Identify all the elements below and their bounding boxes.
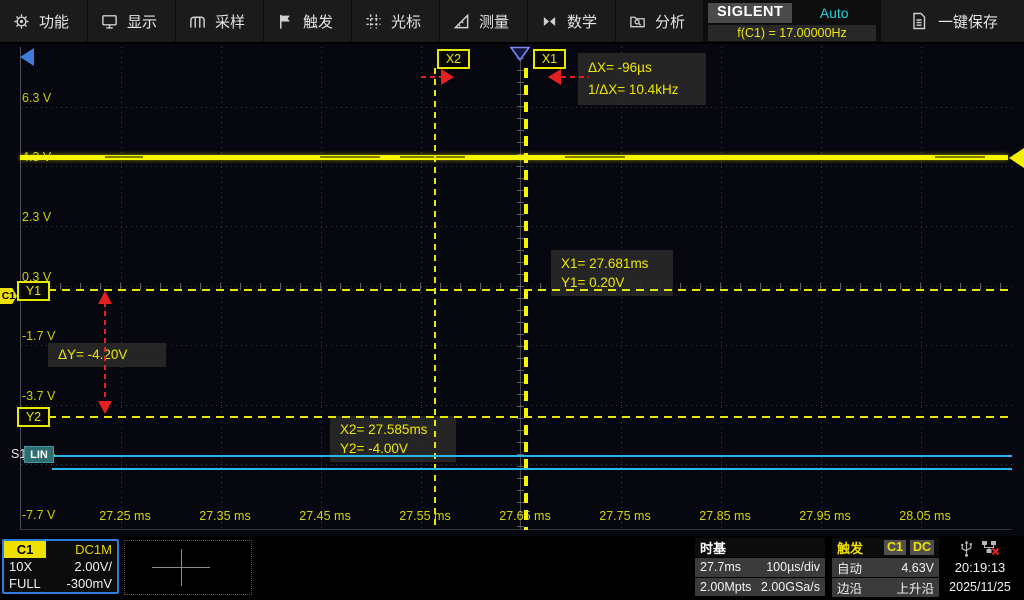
y2-cursor-label[interactable]: Y2 <box>17 407 50 427</box>
analysis-icon <box>629 13 646 30</box>
x-axis-label: 28.05 ms <box>890 509 960 523</box>
y-axis-label: -7.7 V <box>22 508 55 522</box>
timebase-descriptor[interactable]: 时基 27.7ms 100µs/div 2.00Mpts 2.00GSa/s <box>695 538 825 596</box>
gear-icon <box>13 13 30 30</box>
channel-coupling: DC1M <box>75 542 112 557</box>
menu-item-analysis[interactable]: 分析 <box>616 0 704 42</box>
network-disconnected-icon <box>981 540 1000 556</box>
x-axis-label: 27.75 ms <box>590 509 660 523</box>
sampling-icon <box>189 13 206 30</box>
system-time: 20:19:13 <box>940 558 1020 578</box>
delta-y-arrow-down-head <box>98 401 112 414</box>
trigger-flag-icon <box>277 13 294 30</box>
x1-cursor-line[interactable] <box>524 68 528 530</box>
channel-descriptor-c1[interactable]: C1 DC1M 10X 2.00V/ FULL -300mV <box>2 539 119 594</box>
menu-bar: 功能 显示 采样 触发 光标 测量 数学 分析 SIGLENT Auto f(C… <box>0 0 1024 44</box>
clock-area: 20:19:13 2025/11/25 <box>940 538 1020 596</box>
sample-rate: 2.00GSa/s <box>761 580 820 594</box>
timebase-delay: 27.7ms <box>700 560 741 574</box>
menu-item-acquire[interactable]: 采样 <box>176 0 264 42</box>
channel-offset: -300mV <box>66 576 112 591</box>
lin-decode-rail-upper <box>52 455 1012 457</box>
x2-cursor-label[interactable]: X2 <box>437 49 470 69</box>
menu-item-label: 显示 <box>127 11 157 32</box>
brand-block: SIGLENT Auto f(C1) = 17.00000Hz <box>704 0 880 42</box>
system-date: 2025/11/25 <box>940 578 1020 596</box>
cursor-grid-icon <box>365 13 382 30</box>
timebase-title: 时基 <box>700 538 726 557</box>
trigger-mode: 自动 <box>837 558 862 577</box>
one-key-save-button[interactable]: 一键保存 <box>880 0 1024 42</box>
lin-decode-rail-lower <box>52 468 1012 470</box>
y-axis-label: 2.3 V <box>22 210 51 224</box>
y2-cursor-line[interactable] <box>48 416 1012 418</box>
document-icon <box>911 12 927 30</box>
delta-y-arrow-line <box>104 302 106 402</box>
x2-arrow-line <box>421 76 441 78</box>
menu-item-label: 数学 <box>567 11 597 32</box>
x-axis-label: 27.95 ms <box>790 509 860 523</box>
y-axis-label: 6.3 V <box>22 91 51 105</box>
menu-item-label: 功能 <box>39 11 69 32</box>
x-axis-label: 27.85 ms <box>690 509 760 523</box>
memory-depth: 2.00Mpts <box>700 580 751 594</box>
y1-cursor-label[interactable]: Y1 <box>17 281 50 301</box>
lin-protocol-badge[interactable]: LIN <box>24 446 54 463</box>
x1-cursor-label[interactable]: X1 <box>533 49 566 69</box>
frequency-counter: f(C1) = 17.00000Hz <box>708 25 876 41</box>
c1-offset-marker[interactable]: C1 <box>0 288 17 304</box>
delta-x-readout: ΔX= -96µs 1/ΔX= 10.4kHz <box>578 53 706 105</box>
status-bar: C1 DC1M 10X 2.00V/ FULL -300mV 时基 27.7ms… <box>0 536 1024 600</box>
menu-item-function[interactable]: 功能 <box>0 0 88 42</box>
menu-item-label: 采样 <box>215 11 245 32</box>
trigger-coupling-chip: DC <box>910 540 934 555</box>
math-icon <box>541 13 558 30</box>
channel-name-chip: C1 <box>4 541 46 558</box>
bandwidth-limit: FULL <box>9 576 41 591</box>
trigger-source-chip: C1 <box>884 540 906 555</box>
menu-item-label: 分析 <box>655 11 685 32</box>
x-axis-label: 27.35 ms <box>190 509 260 523</box>
y-axis-label: -3.7 V <box>22 389 55 403</box>
x-axis-label: 27.45 ms <box>290 509 360 523</box>
trigger-title: 触发 <box>837 538 863 557</box>
menu-item-cursors[interactable]: 光标 <box>352 0 440 42</box>
y-axis-label: -1.7 V <box>22 329 55 343</box>
menu-item-label: 光标 <box>391 11 421 32</box>
x2-cursor-line[interactable] <box>434 68 436 530</box>
offscreen-reference-marker <box>20 48 34 66</box>
menu-item-math[interactable]: 数学 <box>528 0 616 42</box>
x2-arrow-head <box>441 69 454 85</box>
volts-per-div: 2.00V/ <box>74 559 112 574</box>
display-icon <box>101 13 118 30</box>
trigger-position-marker[interactable] <box>509 46 531 62</box>
menu-item-measure[interactable]: 测量 <box>440 0 528 42</box>
x1-arrow-head <box>548 69 561 85</box>
menu-item-label: 触发 <box>303 11 333 32</box>
x1-arrow-line <box>561 76 589 78</box>
waveform-display: 6.3 V 4.3 V 2.3 V 0.3 V -1.7 V -3.7 V -5… <box>0 44 1024 536</box>
trigger-slope: 上升沿 <box>896 578 934 597</box>
siglent-logo: SIGLENT <box>708 3 792 23</box>
save-label: 一键保存 <box>938 11 998 32</box>
c1-waveform-trace <box>20 155 1008 160</box>
delta-y-readout: ΔY= -4.20V <box>48 343 166 367</box>
x-axis-label: 27.55 ms <box>390 509 460 523</box>
timebase-scale: 100µs/div <box>766 560 820 574</box>
trigger-type: 边沿 <box>837 578 862 597</box>
menu-item-trigger[interactable]: 触发 <box>264 0 352 42</box>
x-axis-label: 27.25 ms <box>90 509 160 523</box>
measure-icon <box>453 13 470 30</box>
trigger-descriptor[interactable]: 触发 C1 DC 自动 4.63V 边沿 上升沿 <box>832 538 939 596</box>
add-channel-slot[interactable] <box>124 540 252 595</box>
probe-attenuation: 10X <box>9 559 32 574</box>
usb-icon <box>960 540 973 557</box>
y1-cursor-line[interactable] <box>48 289 1012 291</box>
menu-item-label: 测量 <box>479 11 509 32</box>
trigger-level: 4.63V <box>901 561 934 575</box>
acquisition-status: Auto <box>792 5 876 21</box>
trigger-level-marker[interactable] <box>1009 148 1024 168</box>
plus-icon <box>181 549 182 586</box>
menu-item-display[interactable]: 显示 <box>88 0 176 42</box>
